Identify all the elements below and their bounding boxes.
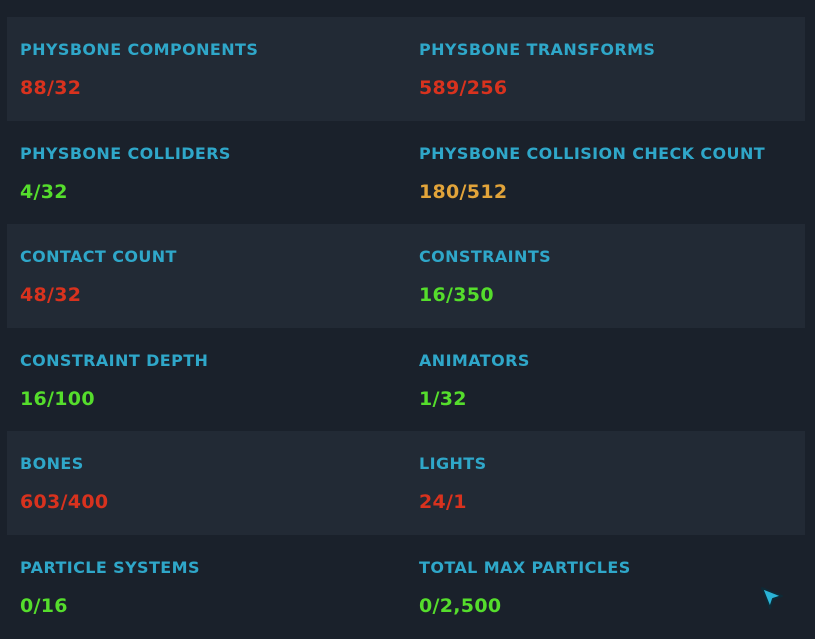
stat-animators: ANIMATORS 1/32	[419, 328, 799, 432]
stat-constraint-depth: CONSTRAINT DEPTH 16/100	[20, 328, 410, 432]
stat-label: ANIMATORS	[419, 351, 530, 370]
stat-value: 24/1	[419, 491, 467, 513]
stat-label: PHYSBONE COLLISION CHECK COUNT	[419, 144, 766, 163]
stat-row: CONTACT COUNT 48/32 CONSTRAINTS 16/350	[7, 224, 805, 328]
stat-physbone-components: PHYSBONE COMPONENTS 88/32	[20, 17, 410, 121]
stat-value: 16/100	[20, 388, 95, 410]
stat-value: 16/350	[419, 284, 494, 306]
stat-value: 603/400	[20, 491, 109, 513]
stat-label: TOTAL MAX PARTICLES	[419, 558, 631, 577]
stat-row: BONES 603/400 LIGHTS 24/1	[7, 431, 805, 535]
stat-label: PHYSBONE COLLIDERS	[20, 144, 231, 163]
stat-bones: BONES 603/400	[20, 431, 410, 535]
stat-row: PHYSBONE COMPONENTS 88/32 PHYSBONE TRANS…	[7, 17, 805, 121]
stat-row: CONSTRAINT DEPTH 16/100 ANIMATORS 1/32	[7, 328, 805, 432]
stat-label: CONSTRAINT DEPTH	[20, 351, 209, 370]
pointer-arrow-icon	[761, 587, 783, 609]
stat-value: 589/256	[419, 77, 508, 99]
stat-row: PARTICLE SYSTEMS 0/16 TOTAL MAX PARTICLE…	[7, 535, 805, 639]
stat-label: CONTACT COUNT	[20, 247, 177, 266]
stat-label: PARTICLE SYSTEMS	[20, 558, 200, 577]
stat-label: BONES	[20, 454, 84, 473]
stat-contact-count: CONTACT COUNT 48/32	[20, 224, 410, 328]
stat-total-max-particles: TOTAL MAX PARTICLES 0/2,500	[419, 535, 799, 639]
stat-label: PHYSBONE TRANSFORMS	[419, 40, 656, 59]
stat-physbone-colliders: PHYSBONE COLLIDERS 4/32	[20, 121, 410, 225]
stat-value: 0/2,500	[419, 595, 502, 617]
stat-constraints: CONSTRAINTS 16/350	[419, 224, 799, 328]
stat-lights: LIGHTS 24/1	[419, 431, 799, 535]
stat-value: 0/16	[20, 595, 68, 617]
stat-label: CONSTRAINTS	[419, 247, 552, 266]
stat-value: 4/32	[20, 181, 68, 203]
stat-physbone-collision-check-count: PHYSBONE COLLISION CHECK COUNT 180/512	[419, 121, 799, 225]
stat-value: 48/32	[20, 284, 82, 306]
stat-physbone-transforms: PHYSBONE TRANSFORMS 589/256	[419, 17, 799, 121]
stat-label: PHYSBONE COMPONENTS	[20, 40, 259, 59]
stat-label: LIGHTS	[419, 454, 487, 473]
stat-particle-systems: PARTICLE SYSTEMS 0/16	[20, 535, 410, 639]
stat-row: PHYSBONE COLLIDERS 4/32 PHYSBONE COLLISI…	[7, 121, 805, 225]
performance-stats-panel: PHYSBONE COMPONENTS 88/32 PHYSBONE TRANS…	[0, 0, 815, 639]
stat-value: 88/32	[20, 77, 82, 99]
stat-value: 180/512	[419, 181, 508, 203]
stat-value: 1/32	[419, 388, 467, 410]
